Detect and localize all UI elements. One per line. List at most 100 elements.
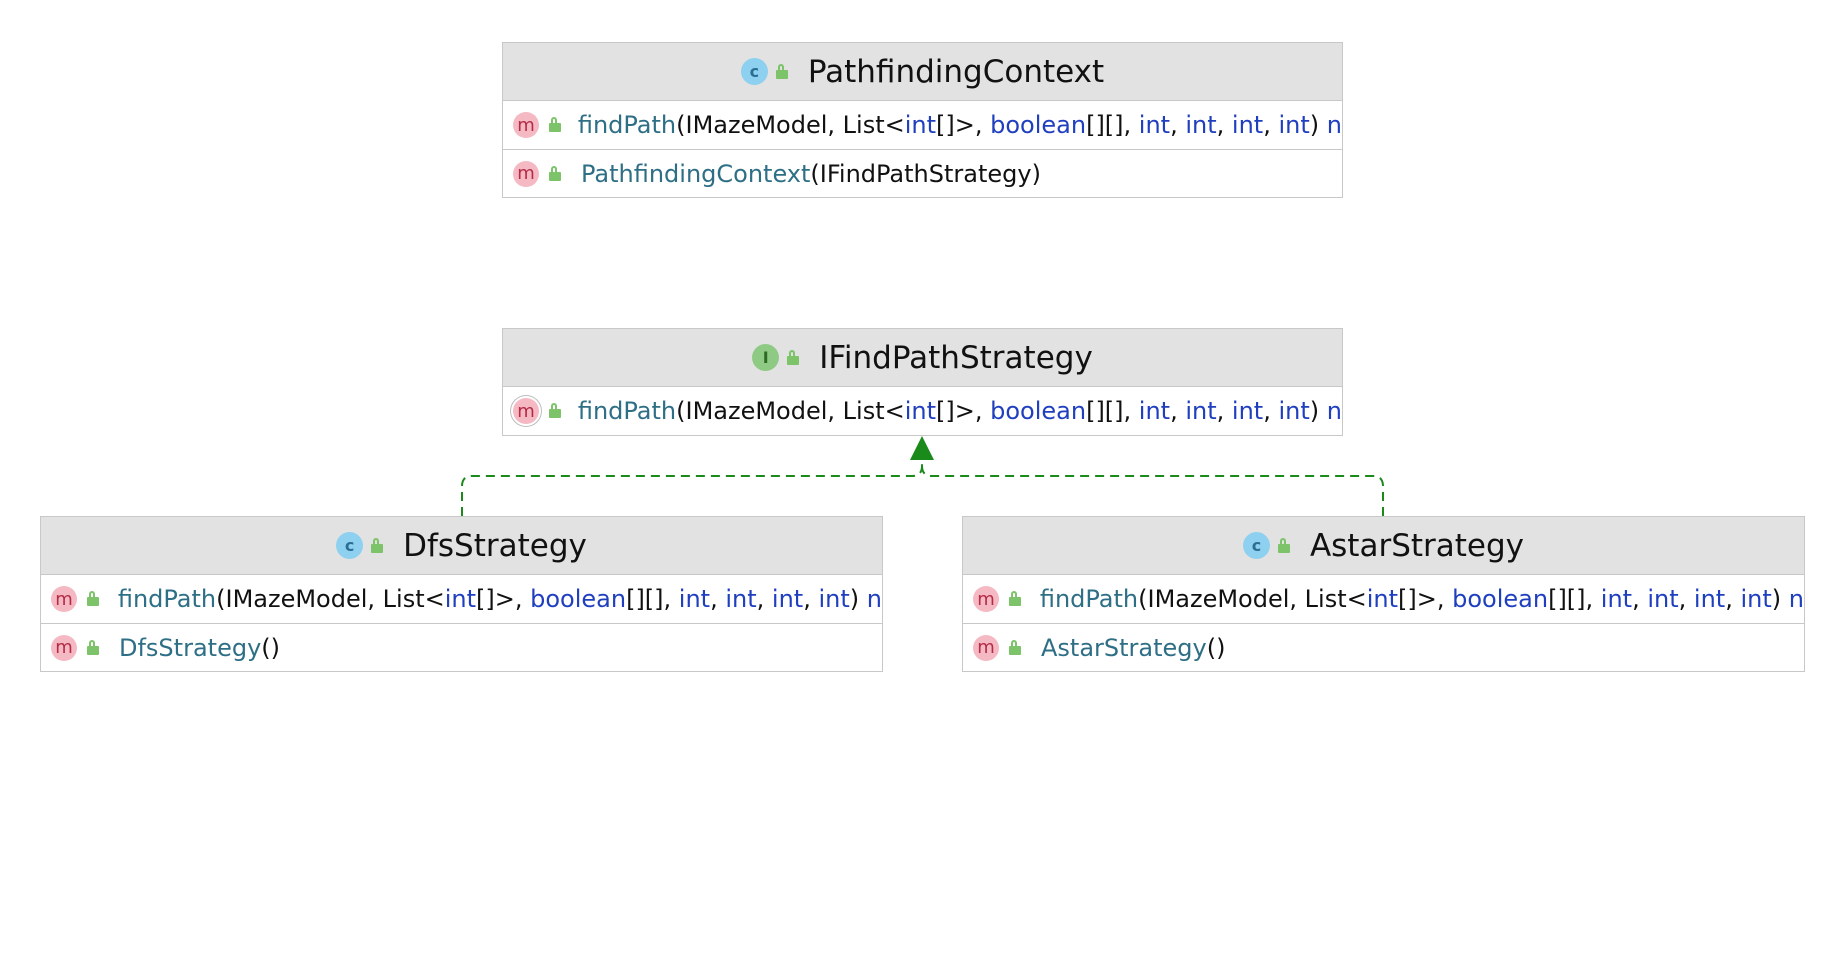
class-name: IFindPathStrategy <box>819 339 1093 376</box>
signature-text: , <box>756 585 772 613</box>
class-kind-icon: c <box>1242 532 1270 559</box>
type-keyword: int <box>904 111 937 139</box>
method-icon: m <box>513 112 539 138</box>
method-icon: m <box>51 586 77 612</box>
method-name: findPath <box>577 397 677 425</box>
class-header: c AstarStrategy <box>963 517 1804 575</box>
method-row[interactable]: m findPath (IMazeModel, List< int []>, boole… <box>503 387 1342 435</box>
type-keyword: int <box>1278 111 1310 139</box>
signature-text: [][], <box>1548 585 1601 613</box>
signature-text: []>, <box>936 397 991 425</box>
type-keyword: int <box>904 397 937 425</box>
signature-text: (IMazeModel, List< <box>1138 585 1367 613</box>
signature-text: ) <box>1309 397 1327 425</box>
type-keyword: int <box>725 585 757 613</box>
class-kind-icon: c <box>740 58 768 85</box>
public-visibility-icon <box>1009 639 1023 656</box>
public-visibility-icon <box>1009 591 1022 607</box>
class-name: PathfindingContext <box>807 53 1105 90</box>
class-box-pathfinding-context[interactable]: c PathfindingContext m findPath (IMazeMode… <box>502 42 1343 198</box>
method-icon: m <box>973 634 999 661</box>
type-keyword: int <box>1231 111 1264 139</box>
type-keyword: boolean <box>1452 585 1549 613</box>
abstract-method-icon: m <box>513 398 539 424</box>
signature-text: [][], <box>1086 397 1139 425</box>
method-list: m findPath (IMazeModel, List< int []>, boole… <box>963 575 1804 671</box>
class-header: I IFindPathStrategy <box>503 329 1342 387</box>
public-visibility-icon <box>87 639 101 656</box>
type-keyword: n <box>1326 111 1342 139</box>
type-keyword: int <box>1278 397 1310 425</box>
realization-arrowhead <box>910 436 934 460</box>
signature-text: , <box>803 585 819 613</box>
signature-text: (IFindPathStrategy) <box>810 159 1041 188</box>
signature-text: (IMazeModel, List< <box>676 397 905 425</box>
method-icon: m <box>51 634 77 661</box>
method-name: DfsStrategy <box>119 633 262 662</box>
class-header: c DfsStrategy <box>41 517 882 575</box>
type-keyword: boolean <box>990 397 1087 425</box>
type-keyword: int <box>1185 397 1217 425</box>
type-keyword: int <box>1740 585 1772 613</box>
method-name: findPath <box>1039 585 1139 613</box>
signature-text: [][], <box>626 585 679 613</box>
signature-text: , <box>1216 397 1232 425</box>
signature-text: (IMazeModel, List< <box>676 111 905 139</box>
signature-text: ) <box>1771 585 1789 613</box>
method-icon: m <box>513 160 539 187</box>
method-row[interactable]: m findPath (IMazeModel, List< int []>, boole… <box>503 101 1342 149</box>
type-keyword: int <box>1647 585 1679 613</box>
signature-text: , <box>1263 397 1279 425</box>
method-row[interactable]: m DfsStrategy() <box>41 623 882 671</box>
method-name: findPath <box>577 111 677 139</box>
type-keyword: int <box>1138 397 1171 425</box>
method-icon: m <box>973 586 999 612</box>
type-keyword: boolean <box>990 111 1087 139</box>
method-row[interactable]: m findPath (IMazeModel, List< int []>, boole… <box>41 575 882 623</box>
type-keyword: int <box>444 585 477 613</box>
class-box-astar-strategy[interactable]: c AstarStrategy m findPath (IMazeModel, Li… <box>962 516 1805 672</box>
signature-text: , <box>1216 111 1232 139</box>
type-keyword: int <box>1138 111 1171 139</box>
public-visibility-icon <box>87 591 100 607</box>
method-row[interactable]: m AstarStrategy() <box>963 623 1804 671</box>
class-header: c PathfindingContext <box>503 43 1342 101</box>
type-keyword: boolean <box>530 585 627 613</box>
type-keyword: int <box>771 585 804 613</box>
signature-text: , <box>710 585 726 613</box>
public-visibility-icon <box>775 63 790 80</box>
method-list: m findPath (IMazeModel, List< int []>, boole… <box>41 575 882 671</box>
type-keyword: int <box>1231 397 1264 425</box>
class-box-ifindpath-strategy[interactable]: I IFindPathStrategy m findPath (IMazeModel… <box>502 328 1343 436</box>
method-name: PathfindingContext <box>581 159 811 188</box>
type-keyword: n <box>1326 397 1342 425</box>
method-row[interactable]: m findPath (IMazeModel, List< int []>, boole… <box>963 575 1804 623</box>
method-row[interactable]: m PathfindingContext (IFindPathStrategy) <box>503 149 1342 197</box>
signature-text: , <box>1263 111 1279 139</box>
type-keyword: int <box>818 585 850 613</box>
signature-text: , <box>1170 397 1186 425</box>
public-visibility-icon <box>787 349 801 366</box>
signature-text: () <box>1206 633 1226 662</box>
type-keyword: int <box>678 585 711 613</box>
method-name: AstarStrategy <box>1041 633 1207 662</box>
type-keyword: int <box>1366 585 1399 613</box>
signature-text: [][], <box>1086 111 1139 139</box>
type-keyword: n <box>1788 585 1804 613</box>
signature-text: , <box>1170 111 1186 139</box>
type-keyword: int <box>1693 585 1726 613</box>
type-keyword: n <box>866 585 882 613</box>
class-box-dfs-strategy[interactable]: c DfsStrategy m findPath (IMazeModel, List… <box>40 516 883 672</box>
method-list: m findPath (IMazeModel, List< int []>, boole… <box>503 387 1342 435</box>
signature-text: , <box>1725 585 1741 613</box>
signature-text: ) <box>849 585 867 613</box>
signature-text: ) <box>1309 111 1327 139</box>
signature-text: , <box>1678 585 1694 613</box>
public-visibility-icon <box>549 165 563 182</box>
public-visibility-icon <box>371 537 385 554</box>
signature-text: (IMazeModel, List< <box>216 585 445 613</box>
dfs-realization-line <box>461 446 923 516</box>
public-visibility-icon <box>549 117 561 133</box>
astar-realization-line <box>921 465 1384 516</box>
class-kind-icon: c <box>336 532 364 559</box>
